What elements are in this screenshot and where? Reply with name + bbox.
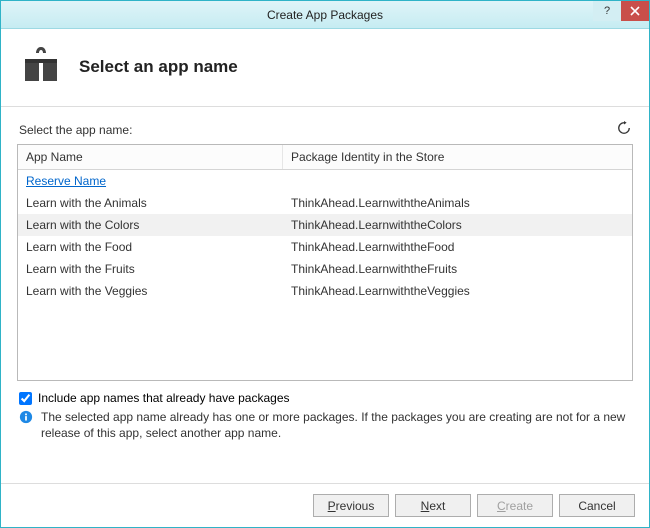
close-button[interactable]	[621, 1, 649, 21]
page-title: Select an app name	[79, 57, 238, 77]
table-row[interactable]: Learn with the ColorsThinkAhead.Learnwit…	[18, 214, 632, 236]
package-identity-cell: ThinkAhead.LearnwiththeAnimals	[283, 196, 632, 210]
table-row[interactable]: Learn with the VeggiesThinkAhead.Learnwi…	[18, 280, 632, 302]
close-icon	[630, 6, 640, 16]
reserve-name-link[interactable]: Reserve Name	[26, 174, 106, 188]
info-text: The selected app name already has one or…	[41, 409, 631, 441]
footer: Previous Next Create Cancel	[1, 483, 649, 527]
next-button[interactable]: Next	[395, 494, 471, 517]
include-checkbox-row: Include app names that already have pack…	[19, 391, 631, 405]
table-row[interactable]: Learn with the AnimalsThinkAhead.Learnwi…	[18, 192, 632, 214]
info-icon	[19, 409, 33, 427]
titlebar[interactable]: Create App Packages ?	[1, 1, 649, 29]
reserve-name-row[interactable]: Reserve Name	[18, 170, 632, 192]
app-name-cell: Learn with the Food	[18, 240, 283, 254]
table-body: Reserve Name Learn with the AnimalsThink…	[18, 170, 632, 380]
app-name-cell: Learn with the Colors	[18, 218, 283, 232]
help-button[interactable]: ?	[593, 1, 621, 21]
titlebar-text: Create App Packages	[267, 8, 383, 22]
create-button[interactable]: Create	[477, 494, 553, 517]
col-app-name[interactable]: App Name	[18, 145, 283, 169]
app-name-cell: Learn with the Veggies	[18, 284, 283, 298]
app-name-cell: Learn with the Animals	[18, 196, 283, 210]
package-identity-cell: ThinkAhead.LearnwiththeColors	[283, 218, 632, 232]
titlebar-buttons: ?	[593, 1, 649, 21]
package-identity-cell: ThinkAhead.LearnwiththeFruits	[283, 262, 632, 276]
col-package-identity[interactable]: Package Identity in the Store	[283, 145, 632, 169]
previous-button[interactable]: Previous	[313, 494, 389, 517]
refresh-button[interactable]	[617, 121, 631, 138]
cancel-button[interactable]: Cancel	[559, 494, 635, 517]
package-identity-cell: ThinkAhead.LearnwiththeFood	[283, 240, 632, 254]
package-identity-cell: ThinkAhead.LearnwiththeVeggies	[283, 284, 632, 298]
table-row[interactable]: Learn with the FruitsThinkAhead.Learnwit…	[18, 258, 632, 280]
include-checkbox[interactable]	[19, 392, 32, 405]
content-area: Select the app name: App Name Package Id…	[1, 121, 649, 441]
table-row[interactable]: Learn with the FoodThinkAhead.Learnwitht…	[18, 236, 632, 258]
package-icon	[21, 45, 61, 88]
table-header: App Name Package Identity in the Store	[18, 145, 632, 170]
info-row: The selected app name already has one or…	[19, 409, 631, 441]
header: Select an app name	[1, 29, 649, 107]
app-name-table: App Name Package Identity in the Store R…	[17, 144, 633, 381]
refresh-icon	[617, 121, 631, 135]
include-checkbox-label[interactable]: Include app names that already have pack…	[38, 391, 290, 405]
app-name-cell: Learn with the Fruits	[18, 262, 283, 276]
prompt-label: Select the app name:	[19, 123, 132, 137]
